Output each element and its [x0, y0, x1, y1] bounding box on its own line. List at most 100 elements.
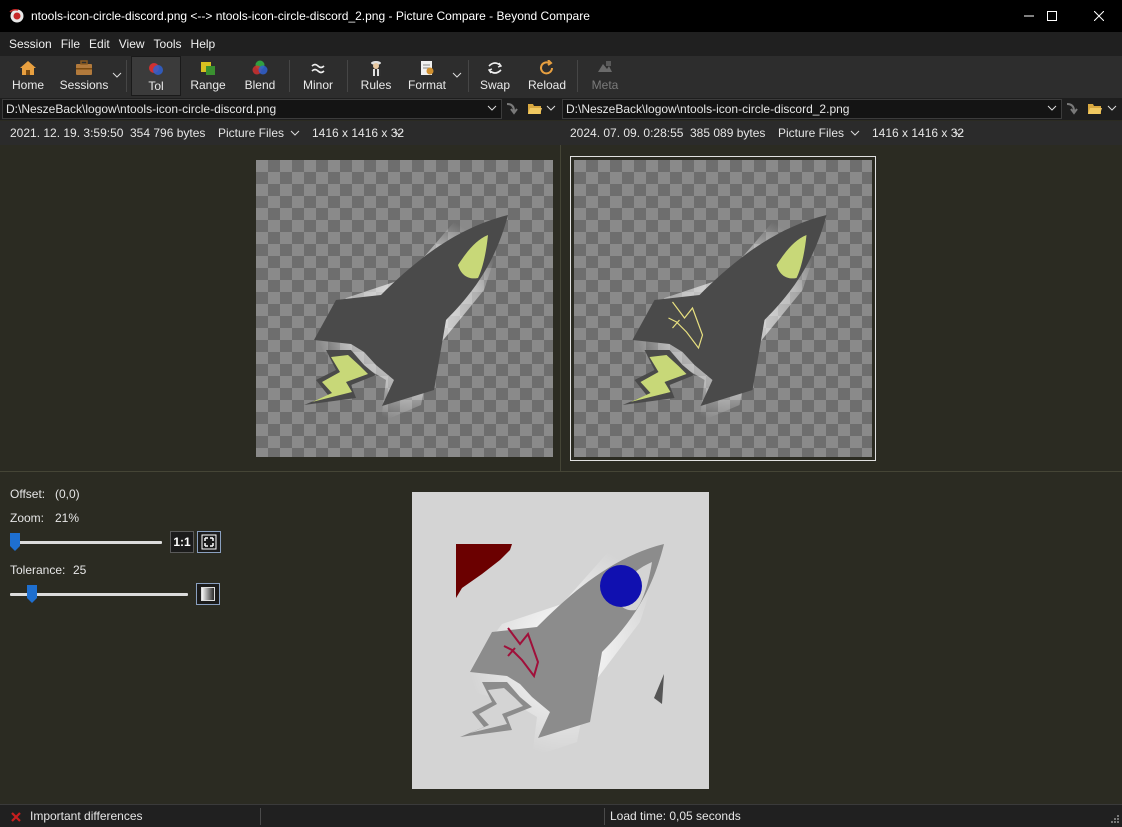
- right-picture-selected[interactable]: [570, 156, 876, 461]
- range-icon: [201, 62, 215, 75]
- right-format-dropdown-icon[interactable]: [850, 128, 860, 138]
- offset-label: Offset:: [10, 487, 46, 501]
- tolerance-slider-thumb[interactable]: [27, 585, 37, 603]
- tolerance-label: Tolerance:: [10, 563, 66, 577]
- menu-view[interactable]: View: [115, 32, 150, 56]
- home-label: Home: [11, 78, 44, 92]
- tolerance-slider[interactable]: [10, 585, 188, 603]
- toolbar-separator: [126, 60, 127, 92]
- menu-edit[interactable]: Edit: [85, 32, 115, 56]
- left-file-date: 2021. 12. 19. 3:59:50: [10, 126, 124, 140]
- sessions-dropdown-icon[interactable]: [112, 70, 122, 80]
- right-picture[interactable]: [574, 160, 872, 457]
- format-button[interactable]: Format: [404, 56, 450, 96]
- left-format-dropdown-icon[interactable]: [290, 128, 300, 138]
- picture-panes: [0, 145, 1122, 471]
- tol-label: Tol: [148, 79, 164, 93]
- sessions-button[interactable]: Sessions: [58, 56, 110, 96]
- difference-pane: Offset: (0,0) Zoom: 21% 1:1 Tolerance: 2…: [0, 477, 1122, 804]
- left-file-format[interactable]: Picture Files: [218, 121, 284, 145]
- right-path-bar: D:\NeszeBack\logow\ntools-icon-circle-di…: [561, 98, 1122, 120]
- right-file-size: 385 089 bytes: [690, 126, 766, 140]
- meta-button[interactable]: Meta: [584, 56, 626, 96]
- left-image-dimensions: 1416 x 1416 x 32: [312, 126, 405, 140]
- close-icon: [1094, 11, 1104, 21]
- gradient-swatch-icon: [201, 587, 215, 601]
- tolerance-value: 25: [73, 563, 87, 577]
- approximately-equal-icon: [311, 63, 325, 74]
- left-open-folder-icon[interactable]: [527, 101, 543, 117]
- tolerance-color-button[interactable]: [196, 583, 220, 605]
- close-button[interactable]: [1076, 0, 1122, 32]
- briefcase-icon: [76, 60, 92, 75]
- right-dimensions-dropdown-icon[interactable]: [954, 128, 964, 138]
- one-to-one-button[interactable]: 1:1: [170, 531, 194, 553]
- range-label: Range: [190, 78, 226, 92]
- left-picture[interactable]: [256, 160, 553, 457]
- blend-button[interactable]: Blend: [238, 56, 282, 96]
- left-folder-dropdown-icon[interactable]: [546, 103, 556, 113]
- resize-grip-icon[interactable]: [1108, 814, 1120, 826]
- right-folder-dropdown-icon[interactable]: [1107, 103, 1117, 113]
- right-image-dimensions: 1416 x 1416 x 32: [872, 126, 965, 140]
- left-dimensions-dropdown-icon[interactable]: [394, 128, 404, 138]
- zoom-slider[interactable]: [10, 533, 162, 551]
- right-path-input[interactable]: D:\NeszeBack\logow\ntools-icon-circle-di…: [562, 99, 1062, 119]
- tol-button[interactable]: Tol: [131, 56, 181, 96]
- toolbar: Home Sessions Tol Range Blend Minor Rule…: [0, 56, 1122, 98]
- swap-icon: [487, 62, 503, 74]
- range-button[interactable]: Range: [185, 56, 231, 96]
- toolbar-separator: [577, 60, 578, 92]
- maximize-button[interactable]: [1029, 0, 1075, 32]
- rules-button[interactable]: Rules: [355, 56, 397, 96]
- difference-rocket-image: [456, 542, 666, 757]
- toolbar-separator: [289, 60, 290, 92]
- right-rocket-image: [622, 212, 829, 422]
- menu-tools[interactable]: Tools: [150, 32, 187, 56]
- important-differences-icon: [11, 812, 21, 822]
- left-file-size: 354 796 bytes: [130, 126, 206, 140]
- right-next-arrow-icon[interactable]: [1064, 101, 1080, 117]
- right-file-format[interactable]: Picture Files: [778, 121, 844, 145]
- right-open-folder-icon[interactable]: [1087, 101, 1103, 117]
- left-path-bar: D:\NeszeBack\logow\ntools-icon-circle-di…: [0, 98, 561, 120]
- right-file-date: 2024. 07. 09. 0:28:55: [570, 126, 684, 140]
- left-info-bar: 2021. 12. 19. 3:59:50 354 796 bytes Pict…: [0, 121, 561, 145]
- format-label: Format: [407, 78, 446, 92]
- menu-file[interactable]: File: [57, 32, 85, 56]
- zoom-label: Zoom:: [10, 511, 45, 525]
- difference-picture[interactable]: [412, 492, 709, 789]
- swap-button[interactable]: Swap: [474, 56, 516, 96]
- status-separator: [260, 808, 261, 825]
- fit-to-window-button[interactable]: [197, 531, 221, 553]
- left-path-dropdown-icon[interactable]: [487, 103, 497, 113]
- title-bar: ntools-icon-circle-discord.png <--> ntoo…: [0, 0, 1122, 32]
- home-icon: [20, 61, 36, 75]
- format-dropdown-icon[interactable]: [452, 70, 462, 80]
- menu-help[interactable]: Help: [187, 32, 221, 56]
- maximize-icon: [1047, 11, 1057, 21]
- beyond-compare-app-icon: [9, 9, 24, 23]
- window-title: ntools-icon-circle-discord.png <--> ntoo…: [31, 9, 590, 23]
- right-path-dropdown-icon[interactable]: [1047, 103, 1057, 113]
- minor-button[interactable]: Minor: [296, 56, 340, 96]
- meta-label: Meta: [591, 78, 619, 92]
- offset-value: (0,0): [55, 487, 80, 501]
- pane-divider[interactable]: [560, 145, 561, 471]
- status-load-time: Load time: 0,05 seconds: [610, 809, 741, 823]
- referee-icon: [371, 61, 381, 76]
- zoom-value: 21%: [55, 511, 80, 525]
- right-info-bar: 2024. 07. 09. 0:28:55 385 089 bytes Pict…: [561, 121, 1122, 145]
- menu-session[interactable]: Session: [5, 32, 57, 56]
- meta-icon: [598, 61, 612, 72]
- home-button[interactable]: Home: [6, 56, 50, 96]
- left-next-arrow-icon[interactable]: [504, 101, 520, 117]
- minor-label: Minor: [302, 78, 333, 92]
- reload-button[interactable]: Reload: [524, 56, 570, 96]
- reload-label: Reload: [527, 78, 567, 92]
- menu-bar: Session File Edit View Tools Help: [0, 32, 1122, 56]
- rules-label: Rules: [360, 78, 392, 92]
- left-path-input[interactable]: D:\NeszeBack\logow\ntools-icon-circle-di…: [2, 99, 502, 119]
- status-separator: [604, 808, 605, 825]
- zoom-slider-thumb[interactable]: [10, 533, 20, 551]
